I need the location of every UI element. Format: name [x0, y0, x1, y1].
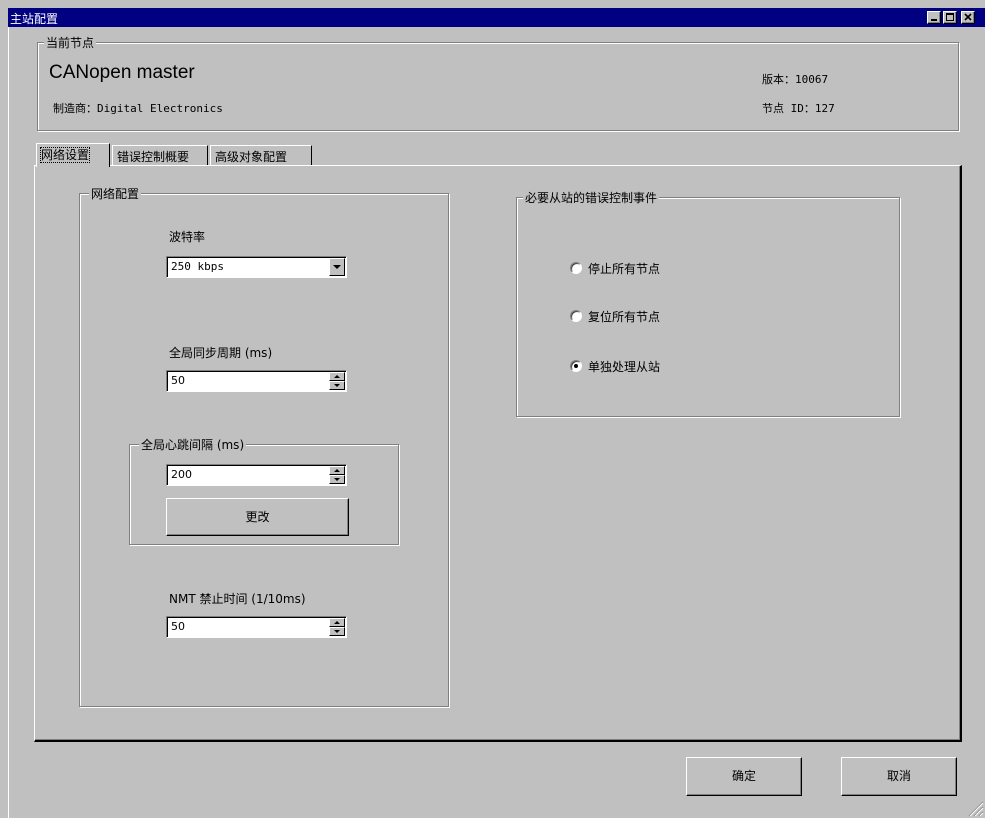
- cancel-button[interactable]: 取消: [841, 757, 957, 796]
- nmt-inhibit-value: 50: [171, 620, 185, 633]
- maximize-button[interactable]: [943, 11, 957, 24]
- close-button[interactable]: [961, 11, 975, 24]
- heartbeat-value: 200: [171, 468, 192, 481]
- manufacturer-label: 制造商：Digital Electronics: [53, 102, 223, 115]
- baud-rate-label: 波特率: [169, 230, 206, 244]
- spin-down-icon[interactable]: [329, 381, 345, 390]
- current-node-group-title: 当前节点: [44, 34, 97, 51]
- node-name: CANopen master: [49, 62, 195, 83]
- nmt-inhibit-spin-buttons[interactable]: [329, 618, 345, 636]
- chevron-down-icon[interactable]: [329, 258, 345, 276]
- network-config-group-title: 网络配置: [89, 185, 142, 202]
- maximize-icon: [946, 13, 954, 21]
- tab-label: 错误控制概要: [117, 150, 190, 164]
- window-title: 主站配置: [10, 12, 59, 26]
- sync-period-spinner[interactable]: 50: [166, 370, 347, 392]
- radio-label-reset-all-nodes[interactable]: 复位所有节点: [588, 308, 660, 325]
- radio-label-stop-all-nodes[interactable]: 停止所有节点: [588, 260, 660, 277]
- version-label: 版本：10067: [762, 73, 829, 86]
- spin-down-icon[interactable]: [329, 475, 345, 484]
- resize-grip-icon[interactable]: [966, 799, 984, 817]
- spin-up-icon[interactable]: [329, 618, 345, 627]
- error-control-group-title: 必要从站的错误控制事件: [523, 189, 660, 206]
- sync-period-value: 50: [171, 374, 185, 387]
- minimize-button[interactable]: [927, 11, 941, 24]
- ok-button[interactable]: 确定: [686, 757, 802, 796]
- spin-down-icon[interactable]: [329, 627, 345, 636]
- nmt-inhibit-label: NMT 禁止时间 (1/10ms): [169, 592, 306, 606]
- sync-period-spin-buttons[interactable]: [329, 372, 345, 390]
- tab-error-control-summary[interactable]: 错误控制概要: [112, 145, 208, 165]
- close-icon: [964, 13, 972, 21]
- baud-rate-select[interactable]: 250 kbps: [166, 256, 347, 278]
- tab-label: 高级对象配置: [215, 150, 288, 164]
- radio-label-handle-slave-individually[interactable]: 单独处理从站: [588, 358, 660, 375]
- title-bar[interactable]: 主站配置: [8, 8, 985, 27]
- radio-reset-all-nodes[interactable]: [570, 310, 582, 322]
- tab-label: 网络设置: [39, 147, 91, 163]
- spin-up-icon[interactable]: [329, 372, 345, 381]
- heartbeat-spin-buttons[interactable]: [329, 466, 345, 484]
- minimize-icon: [931, 19, 937, 21]
- baud-rate-value: 250 kbps: [171, 260, 224, 273]
- tab-advanced-object-config[interactable]: 高级对象配置: [210, 145, 312, 165]
- node-id-label: 节点 ID：127: [762, 102, 835, 115]
- radio-stop-all-nodes[interactable]: [570, 262, 582, 274]
- spin-up-icon[interactable]: [329, 466, 345, 475]
- tab-network-settings[interactable]: 网络设置: [36, 143, 110, 167]
- heartbeat-group-title: 全局心跳间隔 (ms): [139, 436, 247, 453]
- sync-period-label: 全局同步周期 (ms): [169, 346, 273, 360]
- change-button[interactable]: 更改: [166, 498, 349, 536]
- heartbeat-spinner[interactable]: 200: [166, 464, 347, 486]
- nmt-inhibit-spinner[interactable]: 50: [166, 616, 347, 638]
- error-control-group: 必要从站的错误控制事件: [516, 189, 900, 417]
- radio-handle-slave-individually[interactable]: [570, 360, 582, 372]
